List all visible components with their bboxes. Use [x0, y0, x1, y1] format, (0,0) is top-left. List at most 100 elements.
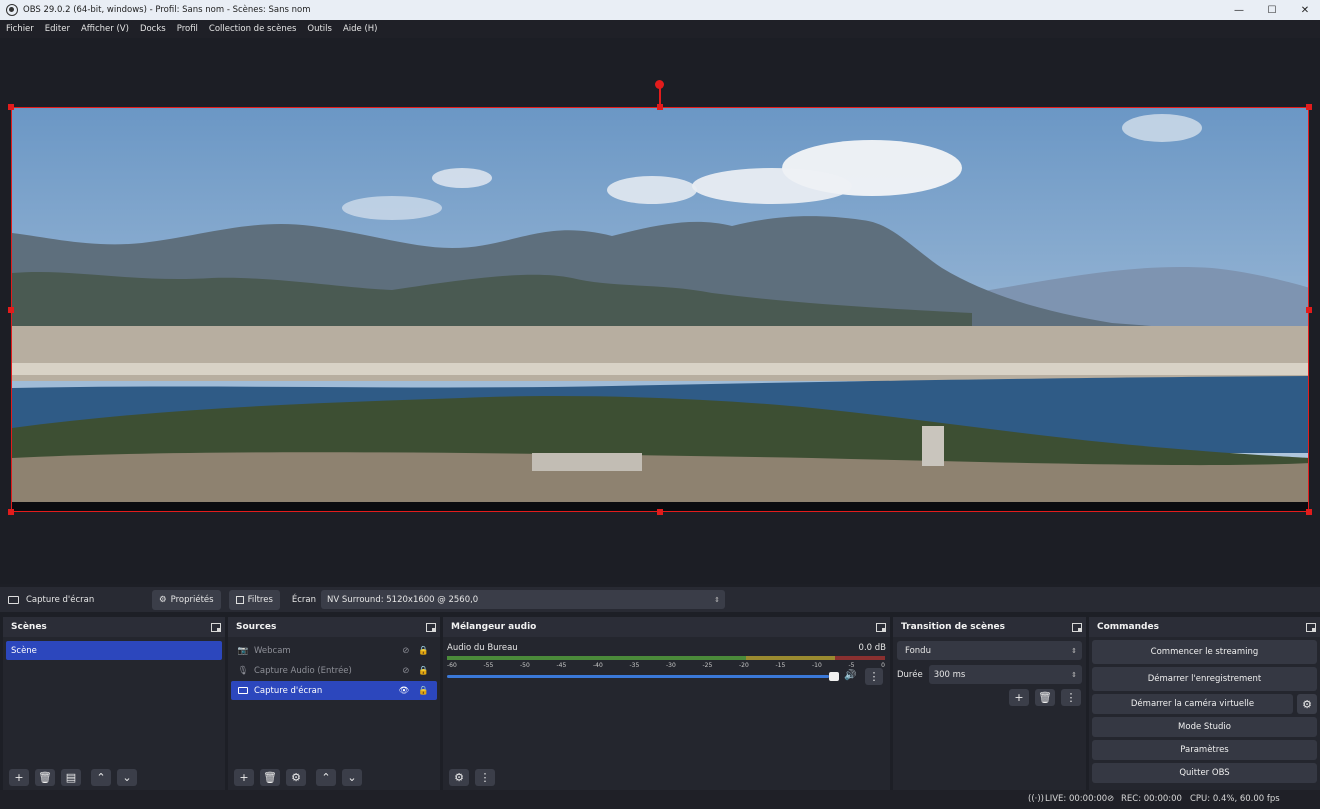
rotation-handle[interactable]	[655, 80, 664, 89]
scene-filters-button[interactable]: ▤	[61, 769, 81, 786]
undock-icon[interactable]	[1072, 622, 1082, 632]
resize-handle-bottom-left[interactable]	[8, 509, 14, 515]
scene-transitions-title: Transition de scènes	[901, 622, 1005, 632]
trash-icon: 🗑	[38, 771, 52, 784]
minimize-button[interactable]: —	[1222, 0, 1256, 20]
start-recording-button[interactable]: Démarrer l'enregistrement	[1092, 667, 1317, 691]
add-transition-button[interactable]: +	[1009, 689, 1029, 706]
properties-button[interactable]: ⚙ Propriétés	[152, 589, 221, 610]
scene-transitions-header: Transition de scènes	[893, 617, 1086, 637]
sources-toolbar: + 🗑 ⚙ ⌃ ⌄	[228, 769, 362, 786]
audio-mixer-title: Mélangeur audio	[451, 622, 537, 632]
volume-slider-track[interactable]	[447, 672, 839, 681]
mixer-menu-button[interactable]: ⋮	[475, 769, 495, 786]
maximize-button[interactable]: ☐	[1255, 0, 1289, 20]
speaker-icon[interactable]: 🔊	[844, 670, 856, 681]
close-button[interactable]: ✕	[1288, 0, 1320, 20]
scenes-dock-header: Scènes	[3, 617, 225, 637]
scene-item[interactable]: Scène	[6, 641, 222, 660]
settings-button[interactable]: Paramètres	[1092, 740, 1317, 760]
screen-select[interactable]: NV Surround: 5120x1600 @ 2560,0 ⇕	[321, 590, 726, 609]
trash-icon: 🗑	[1038, 691, 1052, 704]
audio-mixer-header: Mélangeur audio	[443, 617, 890, 637]
filters-button[interactable]: Filtres	[228, 589, 280, 610]
channel-menu-button[interactable]: ⋮	[865, 668, 883, 685]
screen-select-value: NV Surround: 5120x1600 @ 2560,0	[327, 594, 479, 605]
trash-icon: 🗑	[263, 771, 277, 784]
add-source-button[interactable]: +	[234, 769, 254, 786]
lock-icon[interactable]: 🔒	[418, 686, 429, 696]
volume-slider-handle[interactable]	[829, 672, 839, 681]
source-item-screen-capture[interactable]: Capture d'écran 👁 🔒	[231, 681, 437, 700]
spin-arrows-icon[interactable]: ⇕	[1071, 671, 1077, 679]
menu-view[interactable]: Afficher (V)	[81, 24, 129, 34]
screen-capture-preview[interactable]	[11, 107, 1309, 512]
plus-icon: +	[239, 771, 249, 784]
advanced-audio-button[interactable]: ⚙	[449, 769, 469, 786]
live-icon: ((·))	[1028, 794, 1044, 804]
title-bar: OBS 29.0.2 (64-bit, windows) - Profil: S…	[0, 0, 1320, 20]
channel-name: Audio du Bureau	[447, 643, 518, 653]
transition-select-value: Fondu	[905, 645, 931, 656]
gear-icon: ⚙	[1302, 697, 1312, 711]
add-scene-button[interactable]: +	[9, 769, 29, 786]
virtual-camera-settings-button[interactable]: ⚙	[1297, 694, 1317, 714]
eye-hidden-icon[interactable]: ⊘	[402, 666, 409, 676]
mixer-channel: Audio du Bureau 0.0 dB -60 -55 -50 -45 -…	[443, 637, 890, 697]
move-source-down-button[interactable]: ⌄	[342, 769, 362, 786]
resize-handle-bottom-right[interactable]	[1306, 509, 1312, 515]
undock-icon[interactable]	[876, 622, 886, 632]
start-streaming-button[interactable]: Commencer le streaming	[1092, 640, 1317, 664]
sources-title: Sources	[236, 622, 277, 632]
undock-icon[interactable]	[426, 622, 436, 632]
source-properties-button[interactable]: ⚙	[286, 769, 306, 786]
properties-label: Propriétés	[170, 594, 214, 605]
meter-tick: -20	[739, 662, 749, 669]
menu-edit[interactable]: Editer	[45, 24, 70, 34]
gears-icon: ⚙	[454, 771, 464, 784]
duration-spinbox[interactable]: 300 ms ⇕	[928, 665, 1082, 684]
source-label: Capture Audio (Entrée)	[254, 665, 352, 676]
move-scene-down-button[interactable]: ⌄	[117, 769, 137, 786]
start-virtual-camera-button[interactable]: Démarrer la caméra virtuelle	[1092, 694, 1293, 714]
studio-mode-button[interactable]: Mode Studio	[1092, 717, 1317, 737]
cpu-status: CPU: 0.4%, 60.00 fps	[1190, 794, 1280, 804]
menu-file[interactable]: Fichier	[6, 24, 34, 34]
status-bar: ((·)) LIVE: 00:00:00 ⊘ REC: 00:00:00 CPU…	[0, 790, 1320, 809]
updown-chevron-icon: ⇕	[714, 595, 721, 604]
remove-scene-button[interactable]: 🗑	[35, 769, 55, 786]
resize-handle-top-right[interactable]	[1306, 104, 1312, 110]
menu-docks[interactable]: Docks	[140, 24, 166, 34]
resize-handle-right[interactable]	[1306, 307, 1312, 313]
meter-tick: -45	[556, 662, 567, 669]
remove-source-button[interactable]: 🗑	[260, 769, 280, 786]
menu-scene-collection[interactable]: Collection de scènes	[209, 24, 296, 34]
eye-icon[interactable]: 👁	[399, 686, 410, 696]
undock-icon[interactable]	[1306, 622, 1316, 632]
eye-hidden-icon[interactable]: ⊘	[402, 646, 409, 656]
resize-handle-left[interactable]	[8, 307, 14, 313]
source-item-audio-capture[interactable]: 🎙 Capture Audio (Entrée) ⊘ 🔒	[231, 661, 437, 680]
menu-bar: Fichier Editer Afficher (V) Docks Profil…	[0, 20, 1320, 38]
lock-icon[interactable]: 🔒	[418, 646, 429, 656]
undock-icon[interactable]	[211, 622, 221, 632]
exit-button[interactable]: Quitter OBS	[1092, 763, 1317, 783]
resize-handle-top-left[interactable]	[8, 104, 14, 110]
menu-help[interactable]: Aide (H)	[343, 24, 378, 34]
move-source-up-button[interactable]: ⌃	[316, 769, 336, 786]
more-vertical-icon: ⋮	[868, 670, 880, 683]
resize-handle-top[interactable]	[657, 104, 663, 110]
transition-select[interactable]: Fondu ⇕	[897, 641, 1082, 660]
menu-profile[interactable]: Profil	[177, 24, 198, 34]
panorama-image	[12, 108, 1308, 511]
meter-tick: -60	[447, 662, 457, 669]
resize-handle-bottom[interactable]	[657, 509, 663, 515]
move-scene-up-button[interactable]: ⌃	[91, 769, 111, 786]
transition-menu-button[interactable]: ⋮	[1061, 689, 1081, 706]
filters-label: Filtres	[247, 594, 273, 605]
remove-transition-button[interactable]: 🗑	[1035, 689, 1055, 706]
source-item-webcam[interactable]: 📷 Webcam ⊘ 🔒	[231, 641, 437, 660]
meter-tick: -40	[593, 662, 603, 669]
menu-tools[interactable]: Outils	[307, 24, 332, 34]
lock-icon[interactable]: 🔒	[418, 666, 429, 676]
